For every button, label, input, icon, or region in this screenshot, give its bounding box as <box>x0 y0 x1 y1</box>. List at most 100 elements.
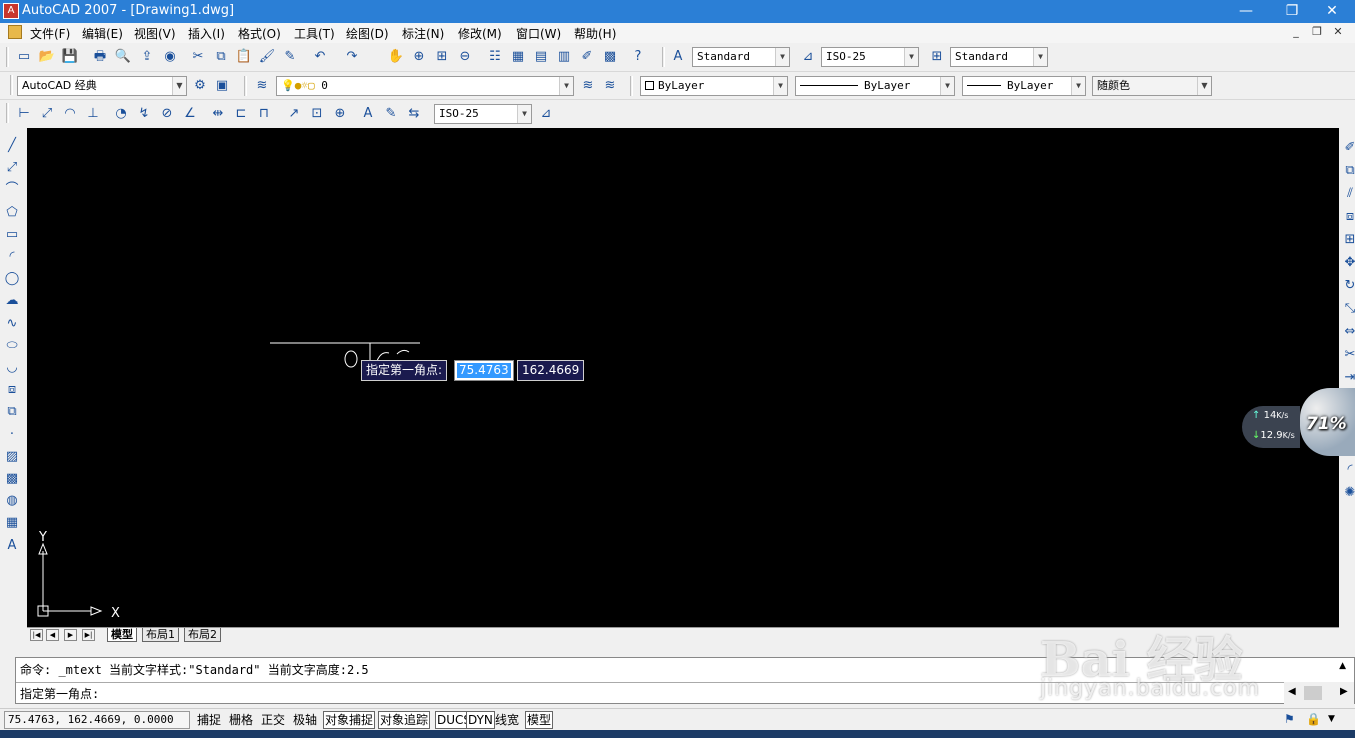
linear-dim-icon[interactable]: ⊢ <box>14 104 34 124</box>
dimension-style-icon[interactable]: ⊿ <box>536 104 556 124</box>
menu-file[interactable]: 文件(F) <box>30 25 70 42</box>
jogged-dim-icon[interactable]: ↯ <box>134 104 154 124</box>
command-scrollbar[interactable]: ◀ ▶ <box>1284 682 1354 704</box>
menu-window[interactable]: 窗口(W) <box>516 25 561 42</box>
lineweight-select[interactable]: ByLayer ▼ <box>962 76 1086 96</box>
line-icon[interactable]: ╱ <box>2 136 22 156</box>
tab-model[interactable]: 模型 <box>107 628 137 642</box>
communication-center-icon[interactable]: ⚑ <box>1284 712 1300 728</box>
scroll-thumb[interactable] <box>1304 686 1322 700</box>
command-window[interactable]: 命令: _mtext 当前文字样式:"Standard" 当前文字高度:2.5 … <box>15 657 1355 704</box>
tab-prev-button[interactable]: ◀ <box>46 629 59 641</box>
dim-style-select-2[interactable]: ISO-25 ▼ <box>434 104 532 124</box>
publish-icon[interactable]: ⇪ <box>137 47 157 67</box>
minimize-button[interactable]: — <box>1223 0 1269 23</box>
baseline-dim-icon[interactable]: ⊏ <box>231 104 251 124</box>
markup-icon[interactable]: ✐ <box>577 47 597 67</box>
properties-icon[interactable]: ☷ <box>485 47 505 67</box>
construction-line-icon[interactable]: ⤢ <box>2 158 22 178</box>
3d-publish-icon[interactable]: ◉ <box>160 47 180 67</box>
table-style-icon[interactable]: ⊞ <box>927 47 947 67</box>
open-icon[interactable]: 📂 <box>37 47 57 67</box>
center-mark-icon[interactable]: ⊕ <box>330 104 350 124</box>
menu-format[interactable]: 格式(O) <box>238 25 281 42</box>
stretch-icon[interactable]: ⇔ <box>1340 322 1355 342</box>
layer-manager-icon[interactable]: ≋ <box>252 76 272 96</box>
quick-dim-icon[interactable]: ⇹ <box>208 104 228 124</box>
paste-icon[interactable]: 📋 <box>234 47 254 67</box>
erase-icon[interactable]: ✐ <box>1340 138 1355 158</box>
drawing-canvas[interactable]: Y X <box>27 128 1339 627</box>
color-select[interactable]: ByLayer ▼ <box>640 76 788 96</box>
status-menu-icon[interactable]: ▼ <box>1328 714 1335 724</box>
my-workspace-icon[interactable]: ▣ <box>212 76 232 96</box>
ellipse-icon[interactable]: ⬭ <box>2 336 22 356</box>
drawing-doc-icon[interactable] <box>8 25 22 39</box>
ordinate-dim-icon[interactable]: ⊥ <box>83 104 103 124</box>
match-prop-icon[interactable]: 🖌 <box>257 47 277 67</box>
toolbar-lock-icon[interactable]: 🔒 <box>1306 712 1322 728</box>
array-icon[interactable]: ⊞ <box>1340 230 1355 250</box>
mdi-close-button[interactable]: ✕ <box>1329 24 1347 40</box>
status-toggle-3[interactable]: 极轴 <box>291 711 319 729</box>
region-icon[interactable]: ◍ <box>2 491 22 511</box>
network-speed-widget[interactable]: ↑ 14K/s ↓12.9K/s <box>1242 406 1300 448</box>
tolerance-icon[interactable]: ⊡ <box>307 104 327 124</box>
design-center-icon[interactable]: ▦ <box>508 47 528 67</box>
tool-palettes-icon[interactable]: ▤ <box>531 47 551 67</box>
dim-style-icon[interactable]: ⊿ <box>798 47 818 67</box>
mdi-restore-button[interactable]: ❐ <box>1308 24 1326 40</box>
pan-icon[interactable]: ✋ <box>386 47 406 67</box>
status-toggle-0[interactable]: 捕捉 <box>195 711 223 729</box>
save-icon[interactable]: 💾 <box>60 47 80 67</box>
plotstyle-select[interactable]: 随颜色 ▼ <box>1092 76 1212 96</box>
text-style-select[interactable]: Standard ▼ <box>692 47 790 67</box>
table-style-select[interactable]: Standard ▼ <box>950 47 1048 67</box>
rotate-icon[interactable]: ↻ <box>1340 276 1355 296</box>
arc-icon[interactable]: ◜ <box>2 247 22 267</box>
workspace-settings-icon[interactable]: ⚙ <box>190 76 210 96</box>
linetype-select[interactable]: ByLayer ▼ <box>795 76 955 96</box>
mdi-minimize-button[interactable]: _ <box>1287 24 1305 40</box>
layer-previous-icon[interactable]: ≋ <box>600 76 620 96</box>
calculator-icon[interactable]: ▩ <box>600 47 620 67</box>
dynamic-input-y-field[interactable]: 162.4669 <box>517 360 584 381</box>
autocad-app-icon[interactable]: A <box>3 3 19 19</box>
offset-icon[interactable]: ⧈ <box>1340 207 1355 227</box>
status-toggle-4[interactable]: 对象捕捉 <box>323 711 376 729</box>
status-toggle-7[interactable]: DYN <box>466 711 495 729</box>
tab-last-button[interactable]: ▶| <box>82 629 95 641</box>
continue-dim-icon[interactable]: ⊓ <box>254 104 274 124</box>
angular-dim-icon[interactable]: ∠ <box>180 104 200 124</box>
scroll-left-icon[interactable]: ◀ <box>1288 686 1296 697</box>
diameter-dim-icon[interactable]: ⊘ <box>157 104 177 124</box>
make-block-icon[interactable]: ⧉ <box>2 402 22 422</box>
menu-draw[interactable]: 绘图(D) <box>346 25 389 42</box>
circle-icon[interactable]: ◯ <box>2 269 22 289</box>
tab-next-button[interactable]: ▶ <box>64 629 77 641</box>
trim-icon[interactable]: ✂ <box>1340 345 1355 365</box>
explode-icon[interactable]: ✺ <box>1340 483 1355 503</box>
spline-icon[interactable]: ∿ <box>2 314 22 334</box>
revision-cloud-icon[interactable]: ☁ <box>2 291 22 311</box>
redo-icon[interactable]: ↷ <box>342 47 362 67</box>
copy-object-icon[interactable]: ⧉ <box>1340 161 1355 181</box>
status-toggle-8[interactable]: 线宽 <box>493 711 521 729</box>
layer-select[interactable]: 💡●☼▢ 0 ▼ <box>276 76 574 96</box>
status-toggle-5[interactable]: 对象追踪 <box>378 711 431 729</box>
new-icon[interactable]: ▭ <box>14 47 34 67</box>
tab-layout2[interactable]: 布局2 <box>184 628 221 642</box>
extend-icon[interactable]: ⇥ <box>1340 368 1355 388</box>
zoom-realtime-icon[interactable]: ⊕ <box>409 47 429 67</box>
dim-edit-icon[interactable]: A <box>358 104 378 124</box>
rectangle-icon[interactable]: ▭ <box>2 225 22 245</box>
copy-icon[interactable]: ⧉ <box>211 47 231 67</box>
fillet-icon[interactable]: ◜ <box>1340 460 1355 480</box>
dim-text-edit-icon[interactable]: ✎ <box>381 104 401 124</box>
preview-icon[interactable]: 🔍 <box>113 47 133 67</box>
menu-modify[interactable]: 修改(M) <box>458 25 502 42</box>
menu-help[interactable]: 帮助(H) <box>574 25 616 42</box>
tab-layout1[interactable]: 布局1 <box>142 628 179 642</box>
make-object-layer-current-icon[interactable]: ≋ <box>578 76 598 96</box>
cut-icon[interactable]: ✂ <box>188 47 208 67</box>
